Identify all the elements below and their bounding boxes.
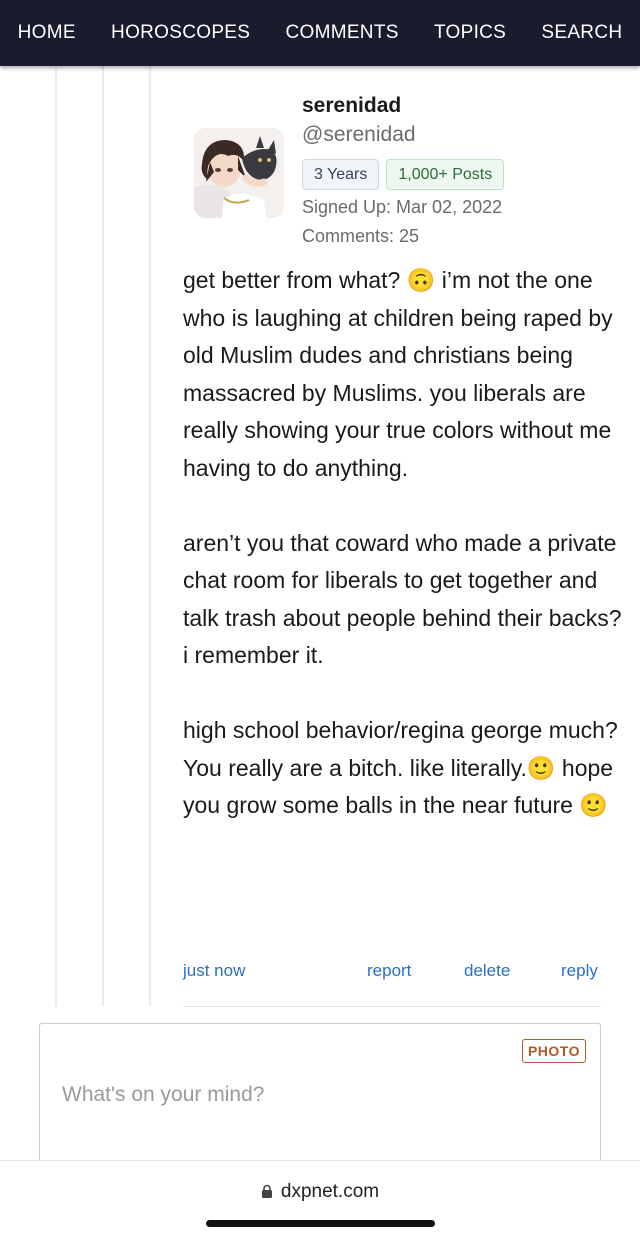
- avatar-image: [194, 128, 284, 218]
- delete-link[interactable]: delete: [464, 961, 510, 981]
- comment-count: Comments: 25: [302, 226, 420, 246]
- comment-paragraph: get better from what? 🙃 i’m not the one …: [183, 267, 613, 481]
- reply-link[interactable]: reply: [561, 961, 598, 981]
- nav-search[interactable]: SEARCH: [541, 22, 622, 44]
- nav-home[interactable]: HOME: [18, 22, 76, 44]
- composer-input[interactable]: [60, 1082, 564, 1108]
- thread-line: [55, 66, 57, 1006]
- comment-paragraph: high school behavior/regina george much?…: [183, 717, 618, 818]
- home-indicator[interactable]: [206, 1220, 435, 1227]
- avatar[interactable]: [194, 128, 284, 218]
- url-display[interactable]: dxpnet.com: [0, 1181, 640, 1203]
- nav-horoscopes[interactable]: HOROSCOPES: [111, 22, 250, 44]
- comment-body: get better from what? 🙃 i’m not the one …: [183, 262, 623, 825]
- photo-button[interactable]: PHOTO: [521, 1039, 586, 1063]
- user-handle: @serenidad: [302, 123, 416, 146]
- years-badge: 3 Years: [302, 159, 380, 190]
- badge-row: 3 Years 1,000+ Posts: [302, 159, 505, 190]
- thread-line: [149, 66, 151, 1006]
- browser-address-bar: dxpnet.com: [0, 1160, 640, 1239]
- posts-badge: 1,000+ Posts: [386, 159, 505, 190]
- lock-icon: [261, 1184, 272, 1198]
- thread-line: [102, 66, 104, 1006]
- top-navigation: HOME HOROSCOPES COMMENTS TOPICS SEARCH: [0, 0, 640, 66]
- comment-paragraph: aren’t you that coward who made a privat…: [183, 529, 622, 669]
- url-text: dxpnet.com: [280, 1181, 380, 1202]
- nav-topics[interactable]: TOPICS: [434, 22, 506, 44]
- report-link[interactable]: report: [367, 961, 411, 981]
- divider: [183, 1006, 601, 1007]
- username[interactable]: serenidad: [302, 94, 401, 118]
- timestamp-link[interactable]: just now: [183, 961, 245, 981]
- signup-date: Signed Up: Mar 02, 2022: [302, 197, 503, 217]
- nav-comments[interactable]: COMMENTS: [285, 22, 398, 44]
